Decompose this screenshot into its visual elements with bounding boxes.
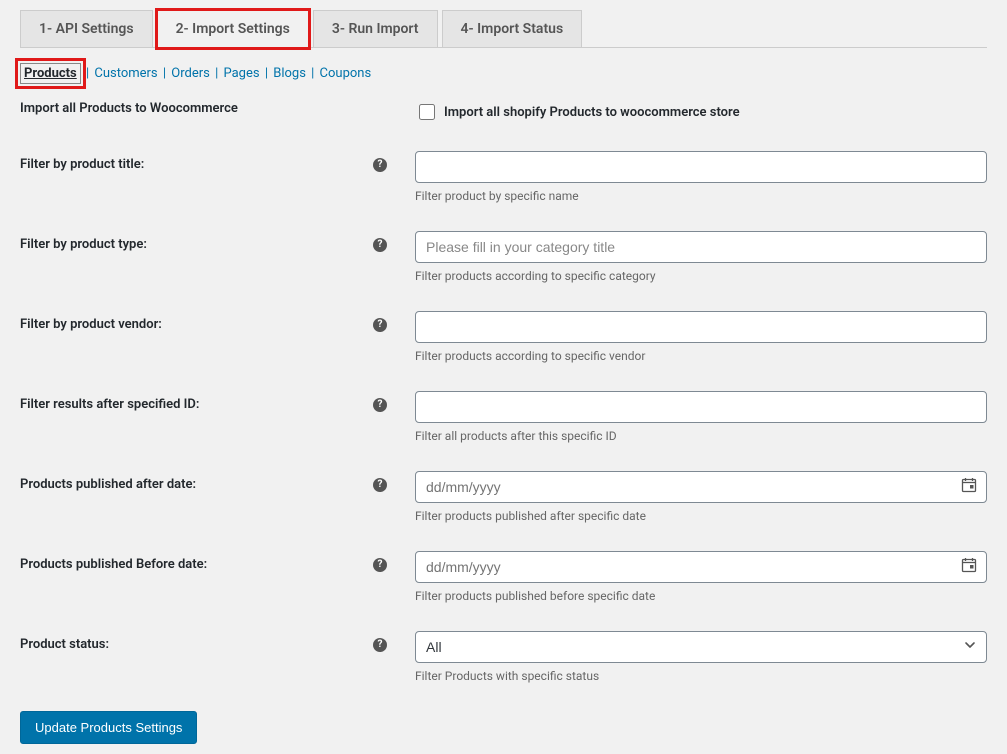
hint-vendor: Filter products according to specific ve… bbox=[415, 349, 987, 363]
row-vendor: Filter by product vendor: ? Filter produ… bbox=[20, 311, 987, 363]
update-products-settings-button[interactable]: Update Products Settings bbox=[20, 711, 197, 744]
subtab-orders[interactable]: Orders bbox=[171, 66, 210, 81]
row-status: Product status: ? All Filter Products wi… bbox=[20, 631, 987, 683]
tab-import-status[interactable]: 4- Import Status bbox=[442, 10, 583, 47]
separator: | bbox=[306, 66, 320, 81]
subtab-products[interactable]: Products bbox=[20, 63, 81, 84]
subtab-customers[interactable]: Customers bbox=[94, 66, 157, 81]
checkbox-import-all[interactable] bbox=[419, 104, 435, 120]
help-icon[interactable]: ? bbox=[373, 478, 387, 492]
hint-after-id: Filter all products after this specific … bbox=[415, 429, 987, 443]
hint-pub-after: Filter products published after specific… bbox=[415, 509, 987, 523]
row-after-id: Filter results after specified ID: ? Fil… bbox=[20, 391, 987, 443]
hint-type: Filter products according to specific ca… bbox=[415, 269, 987, 283]
label-type: Filter by product type: bbox=[20, 237, 147, 252]
row-title: Filter by product title: ? Filter produc… bbox=[20, 151, 987, 203]
label-after-id: Filter results after specified ID: bbox=[20, 397, 199, 412]
label-pub-before: Products published Before date: bbox=[20, 557, 207, 572]
separator: | bbox=[81, 66, 95, 81]
help-icon[interactable]: ? bbox=[373, 158, 387, 172]
separator: | bbox=[260, 66, 274, 81]
input-type[interactable] bbox=[415, 231, 987, 263]
help-icon[interactable]: ? bbox=[373, 318, 387, 332]
label-pub-after: Products published after date: bbox=[20, 477, 196, 492]
input-after-id[interactable] bbox=[415, 391, 987, 423]
input-title[interactable] bbox=[415, 151, 987, 183]
help-icon[interactable]: ? bbox=[373, 398, 387, 412]
subtab-coupons[interactable]: Coupons bbox=[320, 66, 372, 81]
separator: | bbox=[210, 66, 224, 81]
sub-tabs: Products | Customers | Orders | Pages | … bbox=[20, 66, 987, 81]
subtab-blogs[interactable]: Blogs bbox=[273, 66, 306, 81]
separator: | bbox=[158, 66, 172, 81]
row-pub-after: Products published after date: ? Filter … bbox=[20, 471, 987, 523]
checkbox-label-import-all: Import all shopify Products to woocommer… bbox=[444, 105, 740, 120]
input-vendor[interactable] bbox=[415, 311, 987, 343]
tab-api-settings[interactable]: 1- API Settings bbox=[20, 10, 153, 47]
label-status: Product status: bbox=[20, 637, 109, 652]
input-pub-before[interactable] bbox=[415, 551, 987, 583]
help-icon[interactable]: ? bbox=[373, 558, 387, 572]
hint-status: Filter Products with specific status bbox=[415, 669, 987, 683]
subtab-pages[interactable]: Pages bbox=[223, 66, 259, 81]
row-import-all: Import all Products to Woocommerce Impor… bbox=[20, 101, 987, 123]
label-vendor: Filter by product vendor: bbox=[20, 317, 162, 332]
hint-title: Filter product by specific name bbox=[415, 189, 987, 203]
main-tabs: 1- API Settings 2- Import Settings 3- Ru… bbox=[20, 10, 987, 48]
tab-run-import[interactable]: 3- Run Import bbox=[313, 10, 438, 47]
row-type: Filter by product type: ? Filter product… bbox=[20, 231, 987, 283]
select-status[interactable]: All bbox=[415, 631, 987, 663]
hint-pub-before: Filter products published before specifi… bbox=[415, 589, 987, 603]
help-icon[interactable]: ? bbox=[373, 638, 387, 652]
input-pub-after[interactable] bbox=[415, 471, 987, 503]
help-icon[interactable]: ? bbox=[373, 238, 387, 252]
tab-import-settings[interactable]: 2- Import Settings bbox=[157, 10, 309, 48]
label-import-all: Import all Products to Woocommerce bbox=[20, 101, 238, 116]
label-title: Filter by product title: bbox=[20, 157, 144, 172]
row-pub-before: Products published Before date: ? Filter… bbox=[20, 551, 987, 603]
